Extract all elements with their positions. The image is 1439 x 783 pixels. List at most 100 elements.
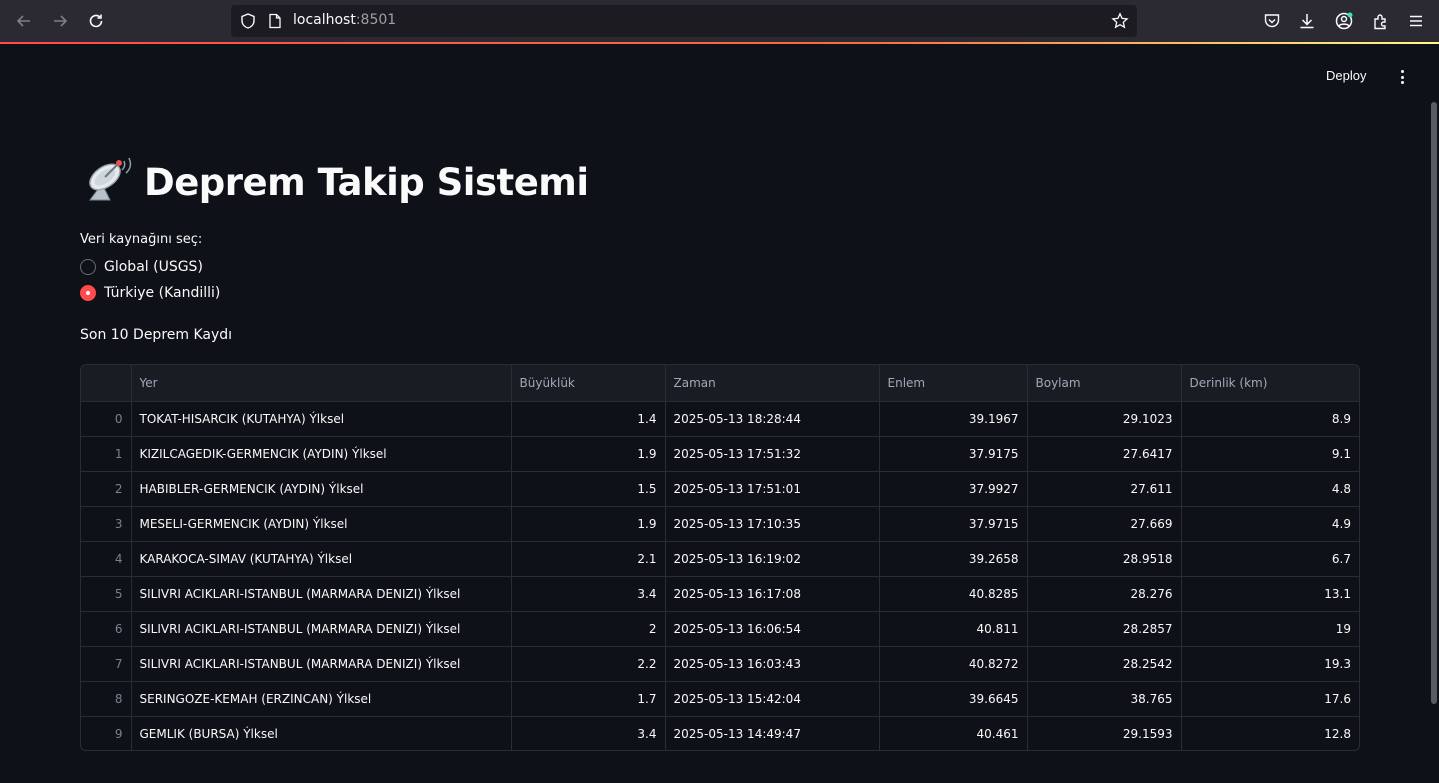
extensions-icon[interactable] (1372, 12, 1390, 30)
column-header-enlem[interactable]: Enlem (879, 365, 1028, 402)
cell-enlem[interactable]: 39.2658 (879, 541, 1028, 577)
deploy-button[interactable]: Deploy (1326, 68, 1366, 83)
url-bar[interactable]: localhost:8501 (231, 5, 1137, 37)
cell-zaman[interactable]: 2025-05-13 14:49:47 (665, 716, 880, 750)
cell-zaman[interactable]: 2025-05-13 16:03:43 (665, 646, 880, 682)
cell-yer[interactable]: SILIVRI ACIKLARI-ISTANBUL (MARMARA DENIZ… (131, 646, 512, 682)
cell-boylam[interactable]: 38.765 (1027, 681, 1182, 717)
radio-circle-selected[interactable] (80, 285, 96, 301)
cell-zaman[interactable]: 2025-05-13 18:28:44 (665, 401, 880, 437)
cell-buyukluk[interactable]: 2.1 (511, 541, 666, 577)
cell-yer[interactable]: SILIVRI ACIKLARI-ISTANBUL (MARMARA DENIZ… (131, 611, 512, 647)
cell-zaman[interactable]: 2025-05-13 17:51:01 (665, 471, 880, 507)
column-header-index[interactable] (81, 365, 132, 402)
cell-derinlik[interactable]: 12.8 (1181, 716, 1359, 750)
cell-yer[interactable]: TOKAT-HISARCIK (KUTAHYA) Ýlksel (131, 401, 512, 437)
cell-boylam[interactable]: 29.1593 (1027, 716, 1182, 750)
cell-boylam[interactable]: 27.611 (1027, 471, 1182, 507)
download-icon[interactable] (1298, 12, 1316, 30)
table-row[interactable]: 2 HABIBLER-GERMENCIK (AYDIN) Ýlksel 1.5 202… (81, 471, 1359, 507)
cell-zaman[interactable]: 2025-05-13 16:17:08 (665, 576, 880, 612)
pocket-icon[interactable] (1263, 12, 1281, 30)
cell-derinlik[interactable]: 4.9 (1181, 506, 1359, 542)
cell-derinlik[interactable]: 17.6 (1181, 681, 1359, 717)
back-button[interactable] (12, 9, 36, 33)
reload-button[interactable] (84, 9, 108, 33)
cell-derinlik[interactable]: 9.1 (1181, 436, 1359, 472)
cell-index[interactable]: 5 (81, 576, 132, 612)
cell-enlem[interactable]: 40.8272 (879, 646, 1028, 682)
bookmark-star-icon[interactable] (1111, 12, 1129, 30)
radio-option-turkiye[interactable]: Türkiye (Kandilli) (80, 285, 220, 301)
earthquake-table[interactable]: Yer Büyüklük Zaman Enlem Boylam Derinlik… (80, 364, 1360, 751)
cell-index[interactable]: 0 (81, 401, 132, 437)
radio-circle[interactable] (80, 259, 96, 275)
cell-buyukluk[interactable]: 1.5 (511, 471, 666, 507)
cell-derinlik[interactable]: 19 (1181, 611, 1359, 647)
cell-boylam[interactable]: 29.1023 (1027, 401, 1182, 437)
column-header-buyukluk[interactable]: Büyüklük (511, 365, 666, 402)
table-row[interactable]: 4 KARAKOCA-SIMAV (KUTAHYA) Ýlksel 2.1 2025-… (81, 541, 1359, 577)
cell-boylam[interactable]: 27.6417 (1027, 436, 1182, 472)
cell-yer[interactable]: HABIBLER-GERMENCIK (AYDIN) Ýlksel (131, 471, 512, 507)
page-icon[interactable] (267, 13, 283, 29)
cell-enlem[interactable]: 37.9927 (879, 471, 1028, 507)
cell-zaman[interactable]: 2025-05-13 15:42:04 (665, 681, 880, 717)
cell-enlem[interactable]: 40.8285 (879, 576, 1028, 612)
cell-enlem[interactable]: 37.9175 (879, 436, 1028, 472)
cell-yer[interactable]: SERINGOZE-KEMAH (ERZINCAN) Ýlksel (131, 681, 512, 717)
cell-index[interactable]: 2 (81, 471, 132, 507)
cell-boylam[interactable]: 28.276 (1027, 576, 1182, 612)
column-header-derinlik[interactable]: Derinlik (km) (1181, 365, 1359, 402)
cell-index[interactable]: 4 (81, 541, 132, 577)
cell-buyukluk[interactable]: 3.4 (511, 716, 666, 750)
cell-enlem[interactable]: 40.811 (879, 611, 1028, 647)
cell-enlem[interactable]: 39.6645 (879, 681, 1028, 717)
cell-buyukluk[interactable]: 1.7 (511, 681, 666, 717)
table-row[interactable]: 7 SILIVRI ACIKLARI-ISTANBUL (MARMARA DENI… (81, 646, 1359, 682)
main-menu-button[interactable] (1394, 68, 1410, 86)
cell-index[interactable]: 7 (81, 646, 132, 682)
table-row[interactable]: 5 SILIVRI ACIKLARI-ISTANBUL (MARMARA DENI… (81, 576, 1359, 612)
cell-index[interactable]: 6 (81, 611, 132, 647)
cell-zaman[interactable]: 2025-05-13 16:06:54 (665, 611, 880, 647)
cell-zaman[interactable]: 2025-05-13 17:51:32 (665, 436, 880, 472)
shield-icon[interactable] (239, 12, 257, 30)
cell-boylam[interactable]: 28.2542 (1027, 646, 1182, 682)
column-header-boylam[interactable]: Boylam (1027, 365, 1182, 402)
cell-yer[interactable]: GEMLIK (BURSA) Ýlksel (131, 716, 512, 750)
table-row[interactable]: 1 KIZILCAGEDIK-GERMENCIK (AYDIN) Ýlksel 1.… (81, 436, 1359, 472)
radio-option-global[interactable]: Global (USGS) (80, 259, 203, 275)
cell-buyukluk[interactable]: 1.9 (511, 436, 666, 472)
cell-enlem[interactable]: 39.1967 (879, 401, 1028, 437)
cell-enlem[interactable]: 37.9715 (879, 506, 1028, 542)
table-row[interactable]: 6 SILIVRI ACIKLARI-ISTANBUL (MARMARA DENI… (81, 611, 1359, 647)
forward-button[interactable] (48, 9, 72, 33)
cell-boylam[interactable]: 28.2857 (1027, 611, 1182, 647)
url-text[interactable]: localhost:8501 (293, 12, 396, 28)
account-icon[interactable] (1334, 11, 1354, 31)
cell-yer[interactable]: MESELI-GERMENCIK (AYDIN) Ýlksel (131, 506, 512, 542)
cell-buyukluk[interactable]: 2 (511, 611, 666, 647)
column-header-yer[interactable]: Yer (131, 365, 512, 402)
cell-derinlik[interactable]: 19.3 (1181, 646, 1359, 682)
cell-zaman[interactable]: 2025-05-13 17:10:35 (665, 506, 880, 542)
table-row[interactable]: 3 MESELI-GERMENCIK (AYDIN) Ýlksel 1.9 2025-… (81, 506, 1359, 542)
cell-derinlik[interactable]: 6.7 (1181, 541, 1359, 577)
scrollbar[interactable] (1431, 102, 1437, 704)
cell-derinlik[interactable]: 8.9 (1181, 401, 1359, 437)
cell-buyukluk[interactable]: 2.2 (511, 646, 666, 682)
table-row[interactable]: 9 GEMLIK (BURSA) Ýlksel 3.4 2025-05-13 14:4… (81, 716, 1359, 750)
cell-index[interactable]: 3 (81, 506, 132, 542)
cell-index[interactable]: 1 (81, 436, 132, 472)
cell-derinlik[interactable]: 4.8 (1181, 471, 1359, 507)
cell-boylam[interactable]: 27.669 (1027, 506, 1182, 542)
table-row[interactable]: 8 SERINGOZE-KEMAH (ERZINCAN) Ýlksel 1.7 202… (81, 681, 1359, 717)
column-header-zaman[interactable]: Zaman (665, 365, 880, 402)
cell-zaman[interactable]: 2025-05-13 16:19:02 (665, 541, 880, 577)
cell-index[interactable]: 8 (81, 681, 132, 717)
cell-buyukluk[interactable]: 3.4 (511, 576, 666, 612)
cell-yer[interactable]: SILIVRI ACIKLARI-ISTANBUL (MARMARA DENIZ… (131, 576, 512, 612)
menu-icon[interactable] (1407, 12, 1425, 30)
cell-yer[interactable]: KARAKOCA-SIMAV (KUTAHYA) Ýlksel (131, 541, 512, 577)
